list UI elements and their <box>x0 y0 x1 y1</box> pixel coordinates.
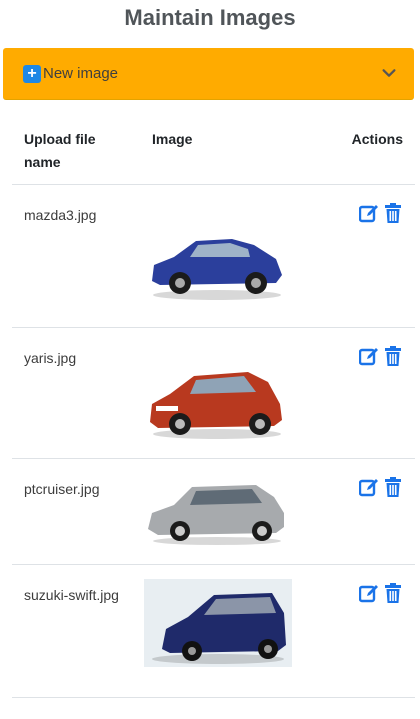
actions-cell <box>328 184 415 328</box>
new-image-accordion[interactable]: + New image <box>3 48 414 100</box>
trash-icon[interactable] <box>383 346 403 366</box>
edit-icon[interactable] <box>359 477 379 497</box>
table-header-row: Upload file name Image Actions <box>12 118 415 185</box>
file-name-cell: ptcruiser.jpg <box>12 458 140 565</box>
image-cell <box>140 458 329 565</box>
new-image-label: New image <box>43 65 119 82</box>
page-title: Maintain Images <box>124 5 296 30</box>
actions-cell <box>328 564 415 698</box>
image-cell <box>140 564 329 698</box>
car-image <box>150 372 282 439</box>
column-header-file-name: Upload file name <box>12 118 140 185</box>
edit-icon[interactable] <box>359 583 379 603</box>
image-cell <box>140 327 329 459</box>
trash-icon[interactable] <box>383 203 403 223</box>
car-image <box>144 579 292 667</box>
edit-icon[interactable] <box>359 203 379 223</box>
table-row: ptcruiser.jpg <box>12 458 415 565</box>
car-image <box>152 239 282 300</box>
column-header-actions: Actions <box>328 118 415 185</box>
image-cell <box>140 184 329 328</box>
column-header-image: Image <box>140 118 329 185</box>
file-name-cell: mazda3.jpg <box>12 184 140 328</box>
trash-icon[interactable] <box>383 477 403 497</box>
actions-cell <box>328 327 415 459</box>
actions-cell <box>328 458 415 565</box>
trash-icon[interactable] <box>383 583 403 603</box>
file-name-cell: yaris.jpg <box>12 327 140 459</box>
images-table: Upload file name Image Actions mazda3.jp… <box>12 118 415 698</box>
plus-square-icon: + <box>23 65 41 83</box>
chevron-down-icon[interactable] <box>380 64 398 82</box>
file-name-cell: suzuki-swift.jpg <box>12 564 140 698</box>
table-row: mazda3.jpg <box>12 184 415 328</box>
edit-icon[interactable] <box>359 346 379 366</box>
table-row: yaris.jpg <box>12 327 415 459</box>
table-row: suzuki-swift.jpg <box>12 564 415 698</box>
car-image <box>148 485 284 545</box>
